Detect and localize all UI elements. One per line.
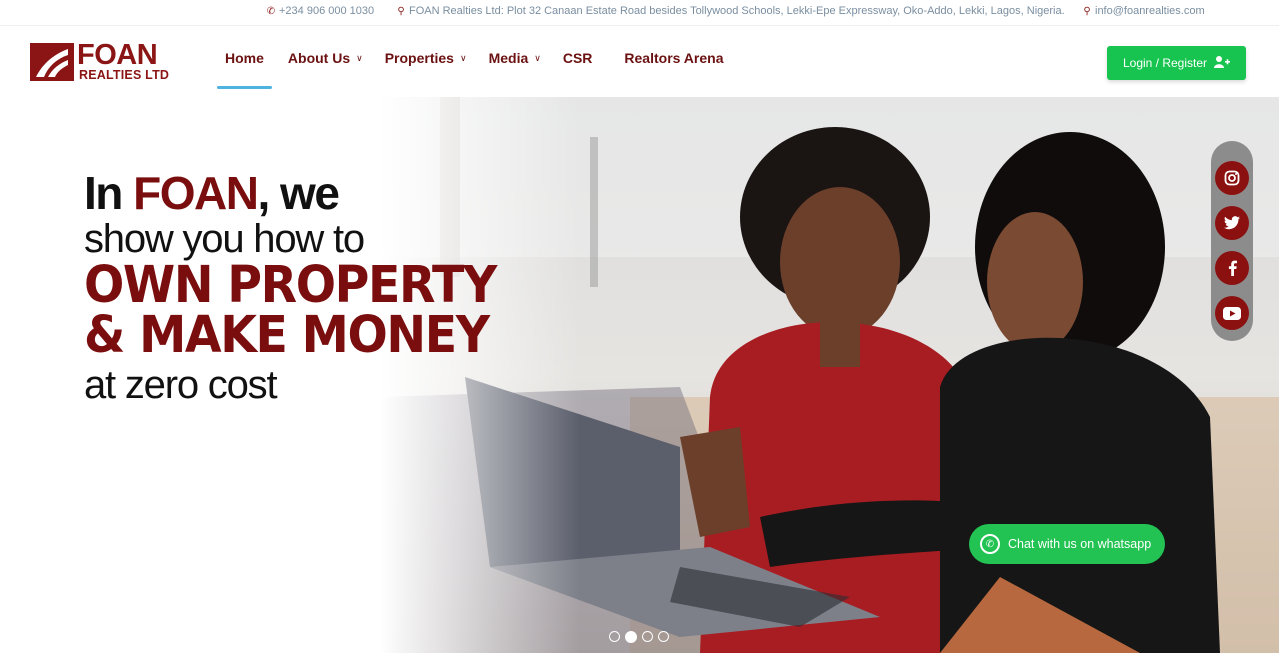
nav-realtors-arena-label: Realtors Arena — [624, 50, 724, 66]
nav-about-us-label: About Us — [287, 50, 351, 66]
headline-brand: FOAN — [133, 167, 259, 219]
login-register-label: Login / Register — [1122, 56, 1208, 70]
nav-media[interactable]: Media ∨ — [489, 27, 541, 89]
email-address: info@foanrealties.com — [1095, 5, 1205, 17]
phone-info[interactable]: ✆ +234 906 000 1030 — [266, 5, 374, 17]
nav-about-us[interactable]: About Us ∨ — [288, 27, 363, 89]
social-sidebar — [1211, 141, 1253, 341]
main-nav: Home About Us ∨ Properties ∨ Media ∨ CSR… — [217, 27, 745, 89]
headline-line-5: at zero cost — [84, 363, 278, 407]
whatsapp-chat-button[interactable]: ✆ Chat with us on whatsapp — [969, 524, 1165, 564]
carousel-dots — [609, 630, 669, 643]
carousel-dot-1[interactable] — [609, 631, 620, 642]
carousel-dot-3[interactable] — [642, 631, 653, 642]
nav-properties[interactable]: Properties ∨ — [385, 27, 467, 89]
headline-line-3: OWN PROPERTY — [84, 256, 497, 315]
hero-slider: In FOAN, we show you how to OWN PROPERTY… — [0, 97, 1279, 653]
address-info: ⚲ FOAN Realties Ltd: Plot 32 Canaan Esta… — [396, 5, 1065, 17]
user-plus-icon — [1214, 55, 1231, 71]
address-text: FOAN Realties Ltd: Plot 32 Canaan Estate… — [409, 5, 1065, 17]
carousel-dot-2[interactable] — [625, 630, 637, 643]
youtube-icon[interactable] — [1215, 296, 1249, 330]
site-header: FOAN REALTIES LTD Home About Us ∨ Proper… — [0, 27, 1279, 97]
logo-subtitle: REALTIES LTD — [79, 68, 170, 82]
hero-headline: In FOAN, we show you how to OWN PROPERTY… — [84, 169, 564, 409]
nav-home-label: Home — [225, 50, 264, 66]
chevron-down-icon: ∨ — [534, 52, 541, 63]
headline-post: , we — [257, 167, 340, 219]
top-info-bar: ✆ +234 906 000 1030 ⚲ FOAN Realties Ltd:… — [0, 0, 1279, 26]
email-info[interactable]: ⚲ info@foanrealties.com — [1082, 5, 1205, 17]
logo-brand: FOAN — [77, 39, 158, 71]
headline-pre: In — [84, 167, 134, 219]
nav-csr[interactable]: CSR — [563, 27, 593, 89]
chevron-down-icon: ∨ — [356, 52, 363, 63]
whatsapp-label: Chat with us on whatsapp — [1008, 537, 1152, 551]
nav-properties-label: Properties — [384, 50, 454, 66]
facebook-icon[interactable] — [1215, 251, 1249, 285]
logo[interactable]: FOAN REALTIES LTD — [30, 39, 180, 83]
carousel-dot-4[interactable] — [658, 631, 669, 642]
phone-number: +234 906 000 1030 — [279, 5, 375, 17]
headline-line-1: In FOAN, we — [84, 169, 564, 217]
instagram-icon[interactable] — [1215, 161, 1249, 195]
whatsapp-icon: ✆ — [980, 534, 1000, 554]
map-pin-icon: ⚲ — [1083, 5, 1091, 17]
logo-mark — [30, 43, 74, 81]
nav-csr-label: CSR — [562, 50, 593, 66]
chevron-down-icon: ∨ — [459, 52, 467, 63]
headline-line-4: & MAKE MONEY — [84, 306, 490, 365]
headline-line-2: show you how to — [84, 217, 365, 261]
map-pin-icon: ⚲ — [397, 5, 405, 17]
phone-icon: ✆ — [266, 5, 276, 17]
login-register-button[interactable]: Login / Register — [1107, 46, 1246, 80]
nav-realtors-arena[interactable]: Realtors Arena — [624, 27, 723, 89]
nav-home[interactable]: Home — [217, 27, 272, 89]
twitter-icon[interactable] — [1215, 206, 1249, 240]
nav-media-label: Media — [488, 50, 529, 66]
